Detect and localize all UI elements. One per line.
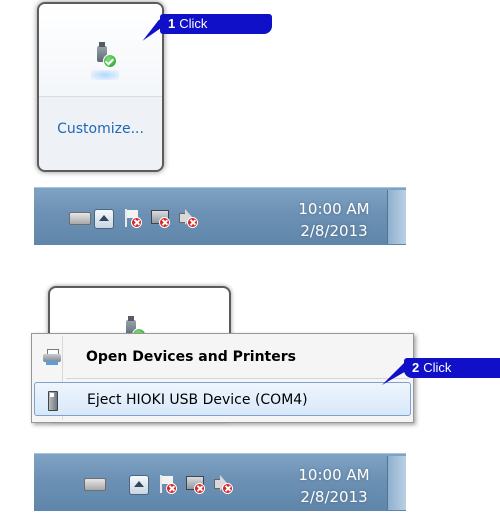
- error-badge-icon: [131, 217, 142, 228]
- action-center-flag-icon[interactable]: [157, 474, 177, 494]
- callout-text: Click: [423, 360, 452, 375]
- menu-divider: [66, 378, 409, 379]
- clock-time: 10:00 AM: [298, 466, 370, 484]
- error-badge-icon: [159, 217, 170, 228]
- keyboard-icon[interactable]: [69, 212, 91, 225]
- menu-item-eject-device[interactable]: Eject HIOKI USB Device (COM4): [34, 382, 411, 416]
- menu-item-open-devices[interactable]: Open Devices and Printers: [34, 340, 411, 374]
- error-badge-icon: [194, 483, 205, 494]
- callout-number: 1: [168, 16, 176, 31]
- error-badge-icon: [166, 483, 177, 494]
- taskbar: 10:00 AM 2/8/2013: [34, 453, 406, 511]
- usb-device-tray-icon[interactable]: [91, 42, 119, 80]
- show-hidden-icons-button[interactable]: [129, 475, 149, 495]
- clock-date: 2/8/2013: [300, 222, 368, 240]
- tray-overflow-flyout: Customize...: [37, 2, 164, 172]
- keyboard-icon[interactable]: [84, 478, 106, 491]
- clock[interactable]: 10:00 AM 2/8/2013: [274, 198, 394, 242]
- taskbar: 10:00 AM 2/8/2013: [34, 187, 406, 245]
- printer-icon: [43, 349, 61, 365]
- show-desktop-button[interactable]: [387, 456, 406, 510]
- usb-context-menu: Open Devices and Printers Eject HIOKI US…: [31, 333, 414, 423]
- volume-muted-icon[interactable]: [178, 208, 198, 228]
- clock-time: 10:00 AM: [298, 200, 370, 218]
- customize-link[interactable]: Customize...: [39, 121, 162, 137]
- hover-glow: [91, 70, 119, 80]
- menu-item-label: Eject HIOKI USB Device (COM4): [87, 392, 308, 408]
- clock[interactable]: 10:00 AM 2/8/2013: [274, 464, 394, 508]
- network-icon[interactable]: [185, 474, 205, 494]
- step-2-callout: 2 Click: [378, 358, 500, 385]
- clock-date: 2/8/2013: [300, 488, 368, 506]
- volume-muted-icon[interactable]: [213, 474, 233, 494]
- error-badge-icon: [222, 483, 233, 494]
- checkmark-badge-icon: [103, 54, 117, 68]
- usb-stick-icon: [48, 391, 58, 411]
- callout-number: 2: [412, 360, 420, 375]
- show-hidden-icons-button[interactable]: [94, 209, 114, 229]
- action-center-flag-icon[interactable]: [122, 208, 142, 228]
- callout-text: Click: [179, 16, 208, 31]
- error-badge-icon: [187, 217, 198, 228]
- step-1-callout: 1 Click: [138, 14, 272, 41]
- show-desktop-button[interactable]: [387, 190, 406, 244]
- menu-item-label: Open Devices and Printers: [86, 349, 296, 365]
- network-icon[interactable]: [150, 208, 170, 228]
